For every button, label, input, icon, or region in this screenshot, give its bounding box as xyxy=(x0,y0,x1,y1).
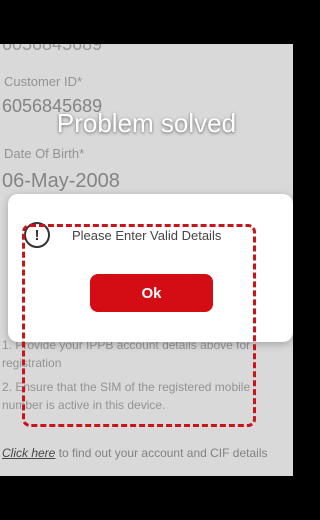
alert-circle-icon: ! xyxy=(24,222,50,248)
dialog-message: Please Enter Valid Details xyxy=(72,228,222,243)
overlay-caption: Problem solved xyxy=(56,108,237,138)
ok-button[interactable]: Ok xyxy=(90,274,213,312)
alert-dialog: ! Please Enter Valid Details Ok xyxy=(8,194,293,342)
letterbox-bottom xyxy=(0,476,293,520)
letterbox-top xyxy=(0,0,293,44)
app-screen: 6056845689 Customer ID* 6056845689 Date … xyxy=(0,44,293,476)
